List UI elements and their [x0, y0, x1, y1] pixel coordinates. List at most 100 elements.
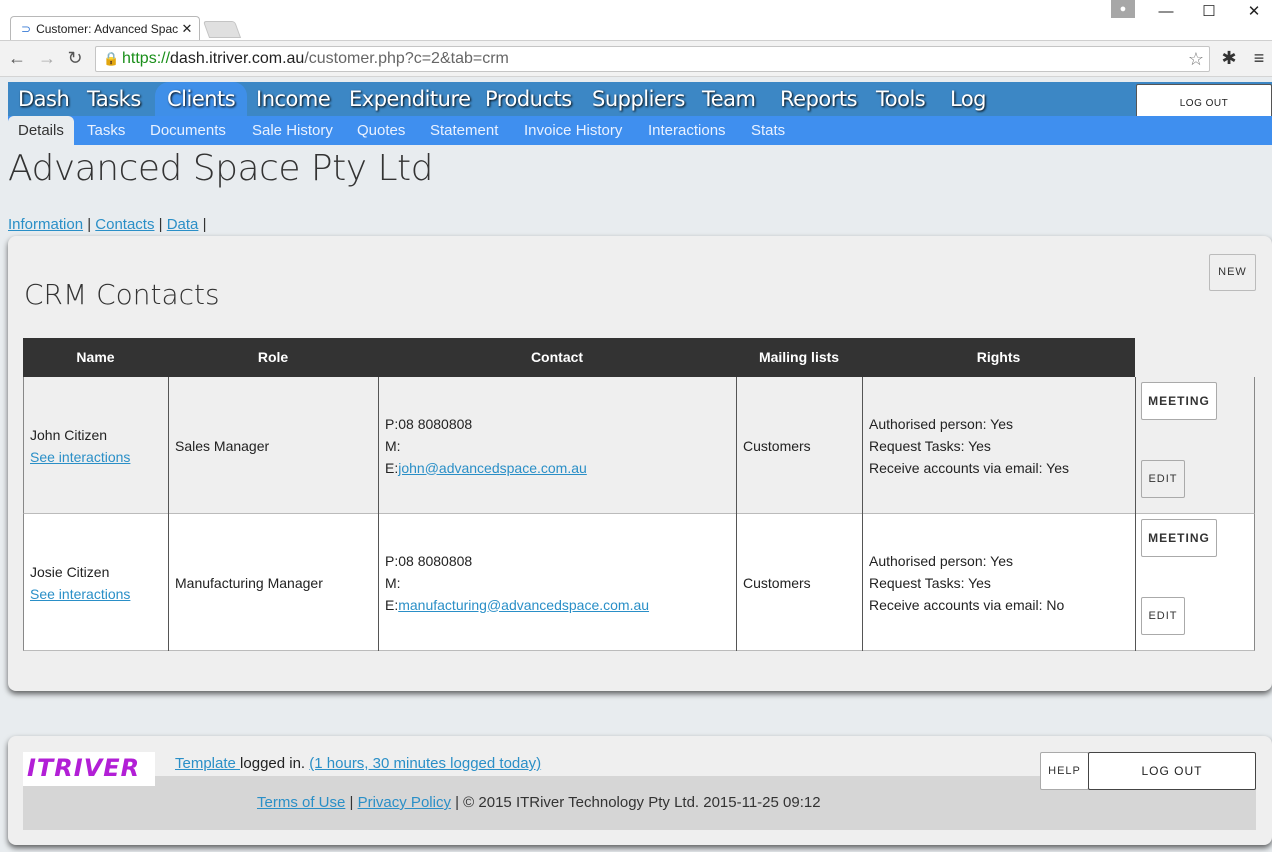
subtab-statement[interactable]: Statement [430, 116, 498, 145]
browser-menu-icon[interactable]: ≡ [1249, 48, 1269, 69]
bookmark-star-icon[interactable]: ☆ [1188, 47, 1204, 71]
logout-button-footer[interactable]: LOG OUT [1088, 752, 1256, 790]
crm-panel: CRM Contacts NEW Name Role Contact Maili… [8, 236, 1272, 691]
rights-cell: Authorised person: Yes Request Tasks: Ye… [863, 514, 1136, 651]
contact-name-cell: John Citizen See interactions [24, 377, 169, 514]
copyright-line: Terms of Use | Privacy Policy | © 2015 I… [257, 794, 821, 811]
contact-role-cell: Sales Manager [169, 377, 379, 514]
nav-reports[interactable]: Reports [780, 82, 858, 116]
crm-title: CRM Contacts [24, 278, 220, 311]
nav-log[interactable]: Log [950, 82, 987, 116]
contact-role: Manufacturing Manager [175, 574, 323, 591]
contact-phone: P:08 8080808 [385, 415, 473, 432]
browser-tab[interactable]: ⊃ Customer: Advanced Spac ✕ [10, 16, 200, 41]
url-scheme: https:// [122, 50, 171, 67]
new-contact-button[interactable]: NEW [1209, 254, 1256, 291]
right-receive-accounts: Receive accounts via email: No [869, 596, 1065, 613]
nav-clients[interactable]: Clients [155, 82, 248, 116]
rights-cell: Authorised person: Yes Request Tasks: Ye… [863, 377, 1136, 514]
url-host: dash.itriver.com.au [170, 50, 305, 67]
nav-tasks[interactable]: Tasks [87, 82, 141, 116]
new-tab-button[interactable] [202, 21, 242, 38]
nav-income[interactable]: Income [256, 82, 331, 116]
help-button[interactable]: HELP [1040, 752, 1089, 790]
page-title: Advanced Space Pty Ltd [8, 148, 434, 189]
edit-button[interactable]: EDIT [1141, 460, 1185, 498]
link-contacts[interactable]: Contacts [95, 216, 154, 233]
page-footer: ITRIVER Template logged in. (1 hours, 30… [8, 736, 1272, 845]
nav-suppliers[interactable]: Suppliers [592, 82, 685, 116]
contact-role-cell: Manufacturing Manager [169, 514, 379, 651]
table-row: Josie Citizen See interactions Manufactu… [23, 514, 1255, 651]
address-bar[interactable]: 🔒 https://dash.itriver.com.au/customer.p… [95, 46, 1210, 72]
contact-name-cell: Josie Citizen See interactions [24, 514, 169, 651]
logged-in-text: logged in. [240, 755, 310, 772]
contact-email-link[interactable]: john@advancedspace.com.au [398, 460, 587, 476]
right-receive-accounts: Receive accounts via email: Yes [869, 459, 1069, 476]
main-navigation: Dash Tasks Clients Income Expenditure Pr… [8, 82, 1272, 116]
contact-phone: P:08 8080808 [385, 552, 473, 569]
subtab-quotes[interactable]: Quotes [357, 116, 405, 145]
nav-tools[interactable]: Tools [876, 82, 926, 116]
right-authorised: Authorised person: Yes [869, 552, 1013, 569]
logged-in-status: Template logged in. (1 hours, 30 minutes… [175, 755, 541, 772]
table-row: John Citizen See interactions Sales Mana… [23, 377, 1255, 514]
contact-email-link[interactable]: manufacturing@advancedspace.com.au [398, 597, 649, 613]
window-close-icon[interactable]: ✕ [1234, 0, 1272, 24]
minimize-icon[interactable]: — [1146, 0, 1186, 24]
close-tab-icon[interactable]: ✕ [179, 21, 195, 37]
subtab-interactions[interactable]: Interactions [648, 116, 726, 145]
logged-time-link[interactable]: (1 hours, 30 minutes logged today) [309, 755, 541, 772]
edit-button[interactable]: EDIT [1141, 597, 1185, 635]
header-name: Name [76, 349, 115, 365]
contact-details-cell: P:08 8080808 M: E:manufacturing@advanced… [379, 514, 737, 651]
lock-icon: 🔒 [103, 51, 120, 66]
see-interactions-link[interactable]: See interactions [30, 583, 168, 605]
subtab-stats[interactable]: Stats [751, 116, 785, 145]
header-contact: Contact [530, 349, 584, 365]
subtab-details[interactable]: Details [8, 116, 74, 145]
contact-name: John Citizen [30, 426, 108, 443]
sub-navigation: Details Tasks Documents Sale History Quo… [8, 116, 1272, 145]
privacy-policy-link[interactable]: Privacy Policy [358, 794, 451, 811]
browser-toolbar: ← → ↻ 🔒 https://dash.itriver.com.au/cust… [0, 40, 1272, 77]
header-mailing-lists: Mailing lists [758, 349, 840, 365]
subtab-tasks[interactable]: Tasks [87, 116, 125, 145]
contact-details-cell: P:08 8080808 M: E:john@advancedspace.com… [379, 377, 737, 514]
user-profile-icon[interactable]: ● [1111, 0, 1135, 18]
mailing-list: Customers [743, 437, 811, 454]
email-prefix: E: [385, 459, 399, 476]
nav-dash[interactable]: Dash [18, 82, 70, 116]
template-user-link[interactable]: Template [175, 755, 240, 772]
browser-tab-title: Customer: Advanced Spac [36, 22, 179, 36]
see-interactions-link[interactable]: See interactions [30, 446, 168, 468]
nav-expenditure[interactable]: Expenditure [349, 82, 471, 116]
subtab-invoice-history[interactable]: Invoice History [524, 116, 622, 145]
link-data[interactable]: Data [167, 216, 199, 233]
itriver-logo: ITRIVER [23, 752, 155, 786]
header-rights: Rights [976, 349, 1021, 365]
contact-mobile: M: [385, 437, 401, 454]
extension-gear-icon[interactable]: ✱ [1219, 48, 1239, 69]
maximize-icon[interactable]: ☐ [1189, 0, 1229, 24]
section-links: Information | Contacts | Data | [8, 216, 207, 233]
back-arrow-icon[interactable]: ← [6, 47, 28, 69]
nav-team[interactable]: Team [702, 82, 756, 116]
link-information[interactable]: Information [8, 216, 83, 233]
contact-name: Josie Citizen [30, 563, 110, 580]
copyright-text: | © 2015 ITRiver Technology Pty Ltd. 201… [450, 794, 821, 811]
subtab-documents[interactable]: Documents [150, 116, 226, 145]
page-favicon-icon: ⊃ [21, 22, 32, 36]
reload-icon[interactable]: ↻ [64, 47, 86, 69]
meeting-button[interactable]: MEETING [1141, 519, 1217, 557]
header-role: Role [257, 349, 289, 365]
mailing-lists-cell: Customers [737, 377, 863, 514]
meeting-button[interactable]: MEETING [1141, 382, 1217, 420]
url-path: /customer.php?c=2&tab=crm [304, 50, 509, 67]
forward-arrow-icon[interactable]: → [36, 47, 58, 69]
nav-products[interactable]: Products [485, 82, 572, 116]
terms-of-use-link[interactable]: Terms of Use [257, 794, 345, 811]
right-request-tasks: Request Tasks: Yes [869, 437, 991, 454]
right-authorised: Authorised person: Yes [869, 415, 1013, 432]
subtab-sale-history[interactable]: Sale History [252, 116, 333, 145]
